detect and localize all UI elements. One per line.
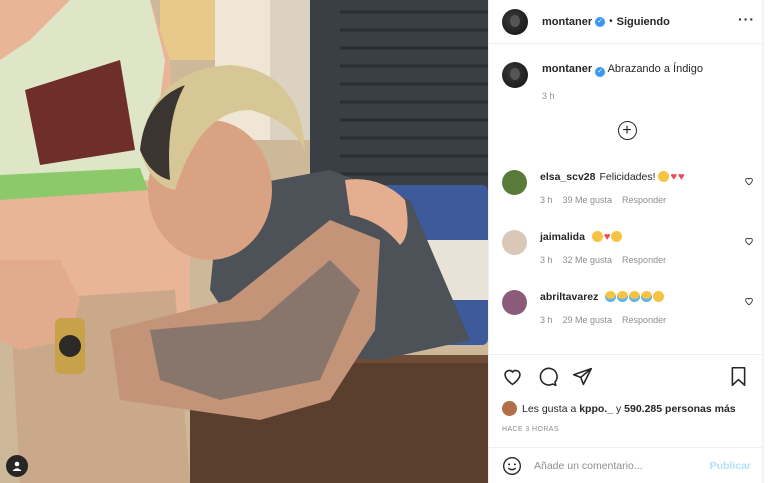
verified-badge-icon: ✓ <box>595 67 606 77</box>
separator-dot: • <box>609 16 613 27</box>
commenter-username[interactable]: jaimalida <box>540 231 585 243</box>
liker-avatar <box>502 401 517 416</box>
like-comment-heart-icon[interactable] <box>744 176 754 186</box>
post-header: montaner ✓ • Siguiendo ··· <box>489 0 765 44</box>
author-username[interactable]: montaner <box>542 16 592 28</box>
bookmark-icon[interactable] <box>728 366 749 387</box>
load-more-comments[interactable]: + <box>489 121 765 140</box>
caption-time[interactable]: 3 h <box>542 89 703 103</box>
likes-connector: y <box>615 402 622 415</box>
more-horizontal-icon[interactable]: ··· <box>738 12 755 30</box>
comment-time[interactable]: 3 h <box>540 193 553 207</box>
reply-button[interactable]: Responder <box>622 253 666 267</box>
share-icon[interactable] <box>572 366 593 387</box>
caption-text: Abrazando a Índigo <box>607 63 703 75</box>
comment-likes[interactable]: 29 Me gusta <box>563 313 613 327</box>
comment-input[interactable] <box>534 459 710 472</box>
comment-icon[interactable] <box>537 366 558 387</box>
post-photo[interactable] <box>0 0 488 483</box>
post-actions: Les gusta a kppo._ y 590.285 personas má… <box>489 354 763 433</box>
crying-face-emoji <box>629 291 641 302</box>
scrollbar-track[interactable] <box>762 0 765 483</box>
commenter-avatar[interactable] <box>502 170 527 195</box>
add-comment-bar: Publicar <box>489 447 763 483</box>
comment-likes[interactable]: 32 Me gusta <box>563 253 613 267</box>
reply-button[interactable]: Responder <box>622 313 666 327</box>
smiley-icon[interactable] <box>502 456 522 476</box>
comment-item: jaimalida ♥ 3 h 32 Me gusta Responder <box>502 230 754 267</box>
following-button[interactable]: Siguiendo <box>617 16 670 28</box>
comment-time[interactable]: 3 h <box>540 313 553 327</box>
crying-face-emoji <box>617 291 629 302</box>
commenter-username[interactable]: elsa_scv28 <box>540 171 595 183</box>
reply-button[interactable]: Responder <box>622 193 666 207</box>
tagged-users-icon[interactable] <box>6 455 28 477</box>
smiling-hearts-emoji <box>591 231 603 242</box>
verified-badge-icon: ✓ <box>595 16 606 27</box>
commenter-username[interactable]: abriltavarez <box>540 291 598 303</box>
caption-username[interactable]: montaner <box>542 63 592 75</box>
photo-illustration <box>0 0 488 483</box>
comment-text: Felicidades! <box>599 171 656 183</box>
publish-button[interactable]: Publicar <box>710 460 751 472</box>
comment-likes[interactable]: 39 Me gusta <box>563 193 613 207</box>
smiling-hearts-emoji <box>658 171 670 182</box>
red-heart-emoji: ♥ <box>670 171 677 183</box>
caption-author-avatar[interactable] <box>502 62 528 88</box>
heart-icon[interactable] <box>502 366 523 387</box>
plus-circle-icon[interactable]: + <box>617 121 637 140</box>
like-comment-heart-icon[interactable] <box>744 296 754 306</box>
caption: montaner ✓ Abrazando a Índigo 3 h <box>489 44 765 103</box>
crying-face-emoji <box>605 291 617 302</box>
comment-item: abriltavarez 3 h 29 Me gusta Responder <box>502 290 754 327</box>
commenter-avatar[interactable] <box>502 230 527 255</box>
liker-username[interactable]: kppo._ <box>579 403 613 415</box>
like-comment-heart-icon[interactable] <box>744 236 754 246</box>
likes-prefix: Les gusta a <box>522 402 577 415</box>
post-side-panel: montaner ✓ • Siguiendo ··· montaner ✓ Abr… <box>488 0 765 483</box>
comment-item: elsa_scv28 Felicidades! ♥♥ 3 h 39 Me gust… <box>502 170 754 207</box>
smiling-hearts-emoji <box>611 231 623 242</box>
crying-face-emoji <box>641 291 653 302</box>
red-heart-emoji: ♥ <box>677 171 685 183</box>
likes-summary[interactable]: Les gusta a kppo._ y 590.285 personas má… <box>502 401 749 416</box>
commenter-avatar[interactable] <box>502 290 527 315</box>
smiling-hearts-emoji <box>653 291 665 302</box>
posted-time[interactable]: HACE 3 HORAS <box>502 426 749 433</box>
comment-time[interactable]: 3 h <box>540 253 553 267</box>
author-avatar[interactable] <box>502 8 528 35</box>
likes-count[interactable]: 590.285 personas más <box>624 403 736 415</box>
red-heart-emoji: ♥ <box>603 231 611 243</box>
